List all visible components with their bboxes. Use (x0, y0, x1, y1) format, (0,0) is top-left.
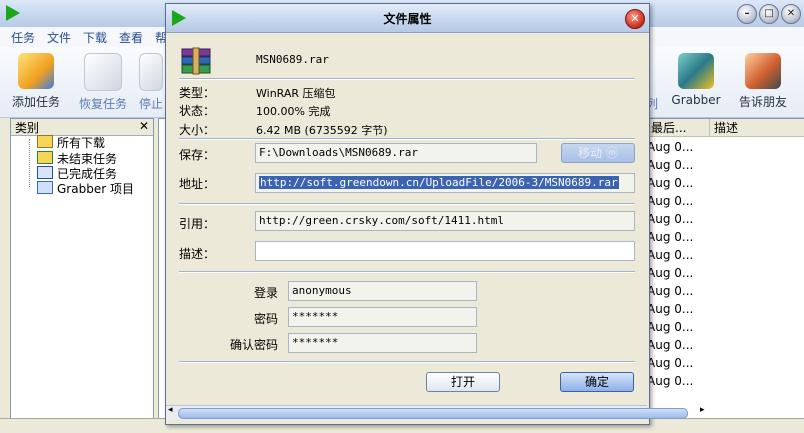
separator (179, 78, 635, 80)
horizontal-scrollbar[interactable]: ◂ ▸ (166, 405, 705, 420)
move-button[interactable]: 移动 ⓜ (561, 143, 635, 163)
separator (179, 138, 635, 140)
menu-download[interactable]: 下载 (83, 29, 107, 46)
confirm-password-label: 确认密码 (230, 338, 279, 352)
list-row-date[interactable]: Aug 0... (647, 374, 693, 388)
list-row-date[interactable]: Aug 0... (647, 338, 693, 352)
menu-file[interactable]: 文件 (47, 29, 71, 46)
category-pane: 类别 ✕ 所有下载 未结束任务 已完成任务 Grabber 项目 (10, 118, 154, 420)
grabber-project-icon (37, 181, 53, 194)
status-label: 状态： (179, 104, 216, 118)
tree-label-unfinished: 未结束任务 (57, 152, 118, 166)
finished-folder-icon (37, 166, 53, 179)
app-logo-icon (6, 5, 20, 21)
tree-label-finished: 已完成任务 (57, 167, 118, 181)
tree-label-all: 所有下载 (57, 136, 106, 150)
maximize-button[interactable]: □ (759, 4, 779, 24)
file-name: MSN0689.rar (256, 53, 329, 66)
tell-friend-label: 告诉朋友 (738, 95, 787, 109)
separator (179, 203, 635, 205)
grabber-button[interactable]: Grabber (665, 53, 727, 107)
category-header-label: 类别 (15, 121, 40, 135)
description-label: 描述： (179, 247, 216, 261)
login-label: 登录 (254, 286, 279, 300)
type-label: 类型： (179, 86, 216, 100)
file-properties-dialog: 文件属性 ✕ MSN0689.rar 类型： WinRAR 压缩包 状态： 10… (165, 3, 650, 425)
menu-view[interactable]: 查看 (119, 29, 143, 46)
save-label: 保存： (179, 148, 216, 162)
separator (179, 361, 635, 363)
tree-item-grabber[interactable]: Grabber 项目 (37, 180, 134, 197)
size-value: 6.42 MB (6735592 字节) (256, 124, 388, 137)
referrer-field[interactable]: http://green.crsky.com/soft/1411.html (255, 211, 635, 231)
list-row-date[interactable]: Aug 0... (647, 284, 693, 298)
grabber-icon (678, 53, 714, 89)
description-field[interactable] (255, 241, 635, 261)
separator (179, 271, 635, 273)
list-row-date[interactable]: Aug 0... (647, 194, 693, 208)
winrar-archive-icon (181, 47, 211, 75)
column-last[interactable]: 最后... (647, 119, 710, 137)
grabber-label: Grabber (671, 93, 721, 107)
add-task-button[interactable]: 添加任务 (5, 53, 67, 110)
list-row-date[interactable]: Aug 0... (647, 212, 693, 226)
add-task-label: 添加任务 (11, 95, 60, 109)
puzzle-icon (84, 53, 122, 91)
scroll-right-arrow-icon[interactable]: ▸ (700, 405, 705, 415)
list-row-date[interactable]: Aug 0... (647, 176, 693, 190)
folder-icon (37, 135, 53, 148)
tree-line (29, 139, 30, 187)
menu-task[interactable]: 任务 (11, 29, 35, 46)
list-row-date[interactable]: Aug 0... (647, 320, 693, 334)
tree-item-all[interactable]: 所有下载 (37, 134, 105, 151)
type-value: WinRAR 压缩包 (256, 87, 336, 100)
confirm-password-field[interactable]: ******* (288, 333, 477, 353)
login-field[interactable]: anonymous (288, 281, 477, 301)
dialog-close-button[interactable]: ✕ (625, 9, 645, 29)
list-row-date[interactable]: Aug 0... (647, 248, 693, 262)
address-label: 地址： (179, 177, 216, 191)
list-row-date[interactable]: Aug 0... (647, 356, 693, 370)
save-path-field[interactable]: F:\Downloads\MSN0689.rar (255, 143, 537, 163)
tree-label-grabber: Grabber 项目 (57, 182, 134, 196)
dialog-title-bar: 文件属性 ✕ (166, 4, 649, 33)
address-value: http://soft.greendown.cn/UploadFile/2006… (259, 176, 619, 189)
list-row-date[interactable]: Aug 0... (647, 302, 693, 316)
size-label: 大小： (179, 123, 216, 137)
referrer-label: 引用： (179, 217, 216, 231)
unfinished-folder-icon (37, 151, 53, 164)
add-task-icon (18, 53, 54, 89)
close-window-button[interactable]: ✕ (781, 4, 801, 24)
resume-task-button[interactable]: 恢复任务 (72, 53, 134, 112)
list-row-date[interactable]: Aug 0... (647, 230, 693, 244)
scroll-left-arrow-icon[interactable]: ◂ (168, 405, 173, 415)
list-row-date[interactable]: Aug 0... (647, 158, 693, 172)
list-row-date[interactable]: Aug 0... (647, 266, 693, 280)
minimize-button[interactable]: – (737, 4, 757, 24)
stop-icon (139, 53, 163, 91)
phone-icon (745, 53, 781, 89)
close-icon[interactable]: ✕ (139, 119, 149, 133)
scrollbar-thumb[interactable] (178, 408, 688, 419)
tell-friend-button[interactable]: 告诉朋友 (732, 53, 794, 110)
column-description[interactable]: 描述 (710, 119, 804, 137)
open-button[interactable]: 打开 (426, 372, 500, 392)
list-row-date[interactable]: Aug 0... (647, 140, 693, 154)
ok-button[interactable]: 确定 (560, 372, 634, 392)
status-value: 100.00% 完成 (256, 105, 331, 118)
dialog-title: 文件属性 (383, 12, 432, 26)
address-field[interactable]: http://soft.greendown.cn/UploadFile/2006… (255, 173, 635, 193)
password-label: 密码 (254, 312, 279, 326)
password-field[interactable]: ******* (288, 307, 477, 327)
resume-task-label: 恢复任务 (78, 97, 127, 111)
